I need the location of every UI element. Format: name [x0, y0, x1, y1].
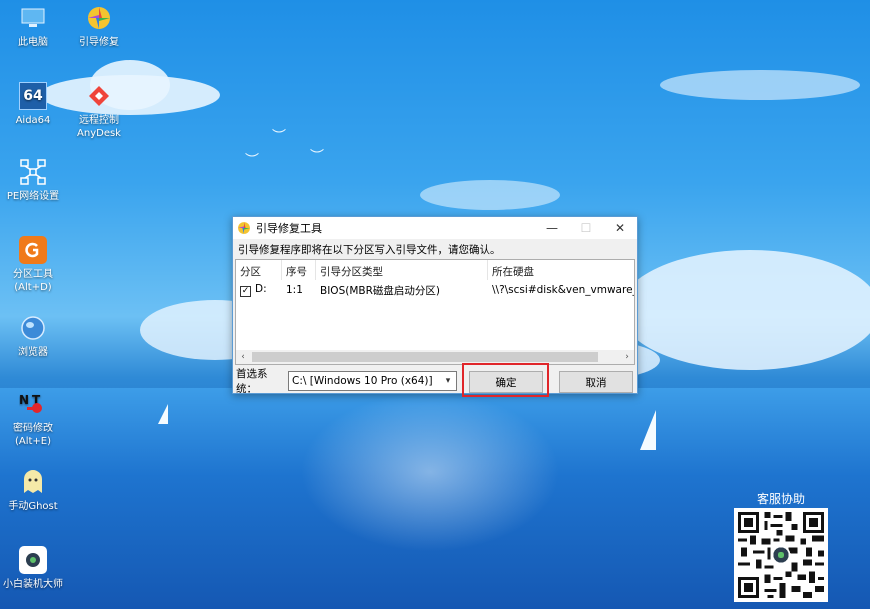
sea-glow	[300, 392, 560, 552]
cloud	[420, 180, 560, 210]
column-header-partition[interactable]: 分区	[236, 260, 282, 280]
preferred-system-select[interactable]: C:\ [Windows 10 Pro (x64)] ▾	[288, 371, 457, 391]
horizontal-scrollbar[interactable]: ‹ ›	[236, 350, 634, 364]
window-title: 引导修复工具	[256, 222, 322, 235]
boot-repair-window: 引导修复工具 — ☐ ✕ 引导修复程序即将在以下分区写入引导文件，请您确认。 分…	[232, 216, 638, 395]
partition-cell: D:	[255, 283, 267, 295]
desktop-icon-manual-ghost[interactable]: 手动Ghost	[0, 468, 68, 513]
title-bar[interactable]: 引导修复工具 — ☐ ✕	[233, 217, 637, 239]
bird: ︶	[310, 149, 324, 165]
scroll-left-icon[interactable]: ‹	[236, 352, 250, 362]
qr-code	[734, 508, 828, 602]
xiaobai-icon	[19, 546, 47, 574]
desktop-icon-anydesk[interactable]: 远程控制 AnyDesk	[64, 82, 134, 140]
svg-text:N: N	[19, 393, 29, 407]
column-header-boot-type[interactable]: 引导分区类型	[316, 260, 488, 280]
desktop-icon-browser[interactable]: 浏览器	[0, 314, 68, 359]
column-header-disk[interactable]: 所在硬盘	[488, 260, 634, 280]
chevron-down-icon: ▾	[445, 376, 451, 386]
partition-list[interactable]: 分区 序号 引导分区类型 所在硬盘 ✓ D: 1:1 BIOS(MBR磁盘启动分区…	[235, 259, 635, 365]
index-cell: 1:1	[286, 284, 303, 296]
confirmation-message: 引导修复程序即将在以下分区写入引导文件，请您确认。	[233, 239, 637, 259]
computer-icon	[19, 4, 47, 32]
desktop-icon-partition-tool[interactable]: 分区工具 (Alt+D)	[0, 236, 68, 294]
anydesk-icon	[85, 82, 113, 110]
cloud	[660, 70, 860, 100]
desktop-icon-xiaobai[interactable]: 小白装机大师	[0, 546, 68, 591]
desktop-icon-password-change[interactable]: NT 密码修改 (Alt+E)	[0, 390, 68, 448]
partition-tool-icon	[19, 236, 47, 264]
table-row[interactable]: ✓ D: 1:1 BIOS(MBR磁盘启动分区) \\?\scsi#disk&ve…	[236, 280, 634, 300]
close-button[interactable]: ✕	[603, 217, 637, 239]
row-checkbox[interactable]: ✓	[240, 286, 251, 297]
column-header-index[interactable]: 序号	[282, 260, 316, 280]
boot-type-cell: BIOS(MBR磁盘启动分区)	[320, 284, 440, 297]
scrollbar-thumb[interactable]	[252, 352, 598, 362]
pinwheel-icon	[236, 220, 252, 236]
bird: ︶	[272, 129, 286, 145]
desktop-icon-pe-network[interactable]: PE网络设置	[0, 158, 68, 203]
ghost-icon	[19, 468, 47, 496]
cloud	[620, 250, 870, 370]
desktop-icon-this-pc[interactable]: 此电脑	[0, 4, 68, 49]
preferred-system-label: 首选系统：	[236, 368, 268, 395]
list-header: 分区 序号 引导分区类型 所在硬盘	[236, 260, 634, 280]
network-icon	[19, 158, 47, 186]
sailboat	[158, 404, 168, 424]
disk-cell: \\?\scsi#disk&ven_vmware_&	[492, 284, 634, 296]
bird: ︶	[245, 153, 259, 169]
bottom-bar: 首选系统： C:\ [Windows 10 Pro (x64)] ▾ 确定 取消	[233, 368, 637, 395]
desktop-icon-boot-repair[interactable]: 引导修复	[64, 4, 134, 49]
pinwheel-icon	[85, 4, 113, 32]
sailboat	[640, 410, 656, 450]
minimize-button[interactable]: —	[535, 217, 569, 239]
preferred-system-value: C:\ [Windows 10 Pro (x64)]	[292, 375, 433, 387]
maximize-button[interactable]: ☐	[569, 217, 603, 239]
cancel-button[interactable]: 取消	[559, 371, 633, 393]
globe-icon	[19, 314, 47, 342]
confirm-highlight-box	[462, 363, 549, 397]
password-key-icon: NT	[19, 390, 47, 418]
scroll-right-icon[interactable]: ›	[620, 352, 634, 362]
qr-title: 客服协助	[756, 492, 805, 506]
aida64-icon: 64	[19, 82, 47, 110]
desktop-icon-aida64[interactable]: 64 Aida64	[0, 82, 68, 127]
